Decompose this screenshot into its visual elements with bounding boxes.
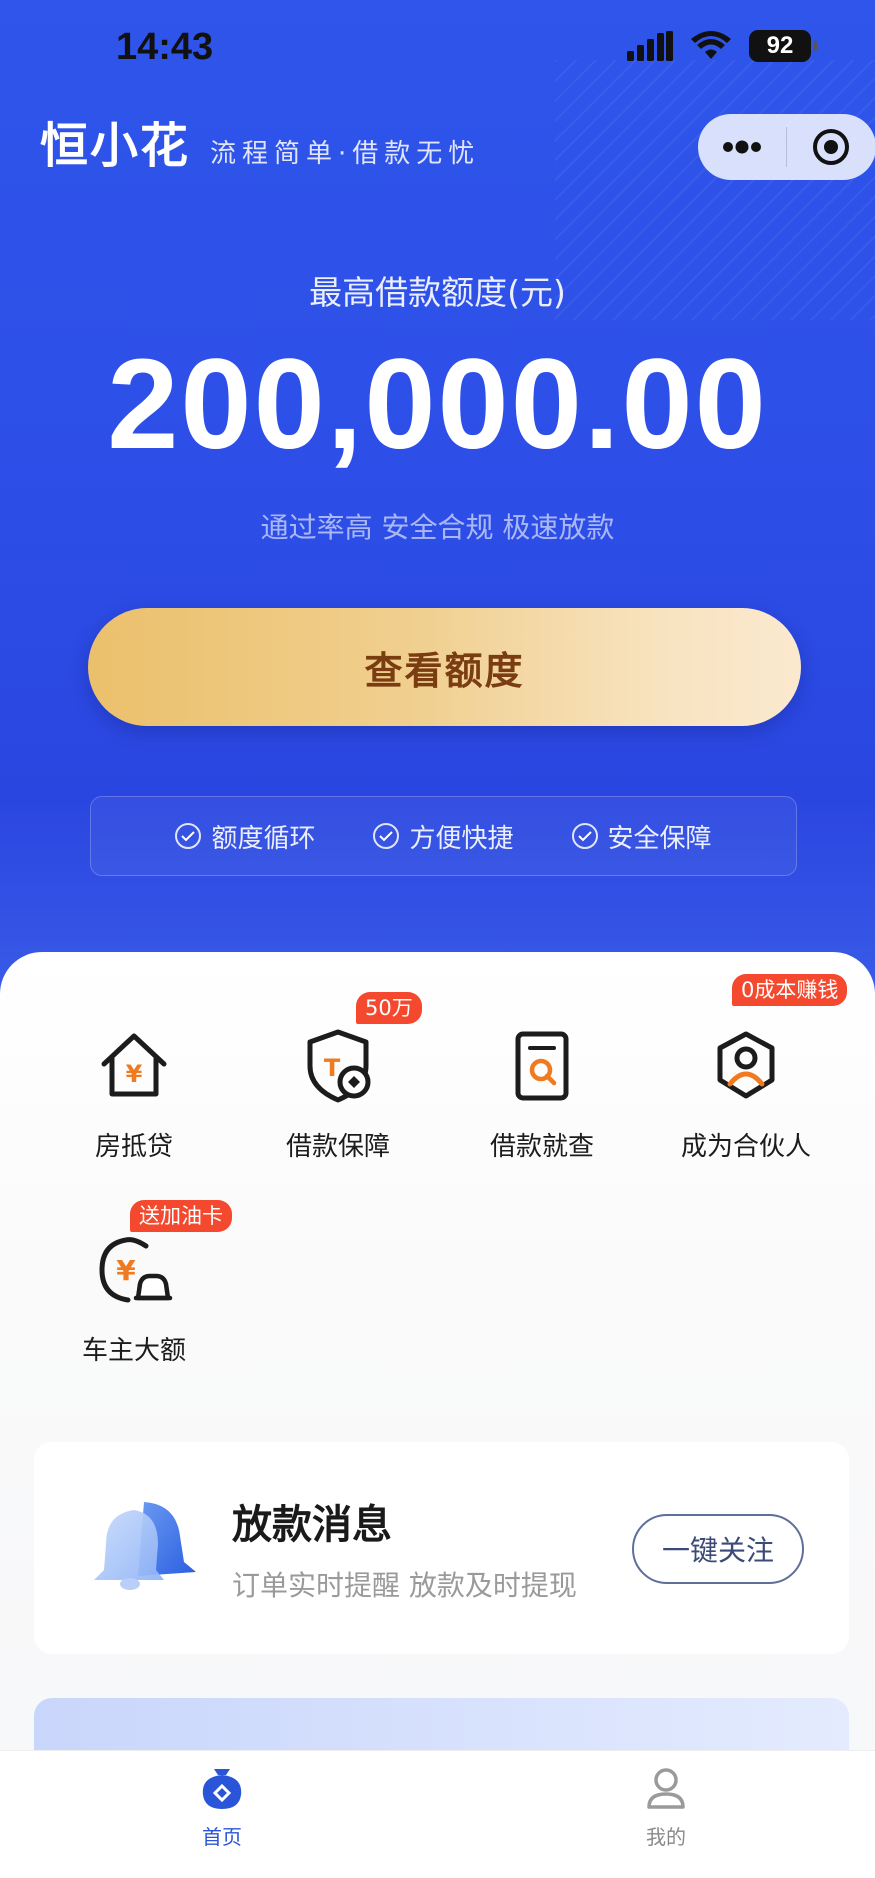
brand-row: 恒小花 流程简单·借款无忧 [40, 118, 480, 174]
app-logo: 恒小花 [40, 118, 191, 174]
feature-item: 安全保障 [571, 818, 712, 855]
service-loan-protection[interactable]: T 50万 借款保障 [228, 992, 448, 1163]
tab-label: 首页 [202, 1825, 242, 1849]
service-label: 成为合伙人 [680, 1132, 811, 1162]
signal-icon [627, 31, 673, 61]
notify-subtitle: 订单实时提醒 放款及时提现 [232, 1569, 577, 1602]
bottom-tab-bar: 首页 我的 [0, 1750, 875, 1878]
notify-title: 放款消息 [232, 1502, 392, 1548]
service-label: 借款就查 [489, 1132, 594, 1162]
app-slogan: 流程简单·借款无忧 [210, 139, 481, 169]
view-limit-button[interactable]: 查看额度 [88, 608, 801, 726]
svg-text:¥: ¥ [116, 1254, 136, 1287]
close-miniprogram-button[interactable] [787, 114, 875, 180]
user-icon [647, 1768, 685, 1809]
miniprogram-capsule [698, 114, 875, 180]
status-icons: 92 [627, 30, 817, 62]
tab-mine[interactable]: 我的 [586, 1765, 746, 1850]
feature-label: 安全保障 [607, 823, 712, 854]
service-car-owner-loan[interactable]: ¥ 送加油卡 车主大额 [24, 1200, 244, 1367]
service-label: 借款保障 [285, 1132, 390, 1162]
status-time: 14:43 [116, 26, 214, 68]
check-circle-icon [571, 823, 598, 849]
house-yen-icon: ¥ [94, 1026, 174, 1106]
more-dots-icon [723, 140, 761, 154]
service-mortgage-loan[interactable]: ¥ 房抵贷 [24, 1026, 244, 1163]
limit-subtitle: 通过率高 安全合规 极速放款 [260, 511, 615, 544]
tab-home[interactable]: 首页 [142, 1765, 302, 1850]
bell-icon [94, 1502, 196, 1590]
feature-label: 额度循环 [211, 823, 316, 854]
hero-banner: 14:43 92 恒小花 流程简单·借款无忧 最高借款额度(元) 200,000… [0, 0, 875, 1000]
home-bag-icon [202, 1769, 242, 1809]
feature-label: 方便快捷 [409, 823, 514, 854]
tab-label: 我的 [646, 1825, 686, 1849]
service-loan-check[interactable]: 借款就查 [432, 1026, 652, 1163]
check-circle-icon [373, 823, 400, 849]
target-circle-icon [813, 129, 849, 165]
check-circle-icon [175, 823, 202, 849]
service-tag: 0成本赚钱 [732, 974, 848, 1006]
search-document-icon [502, 1026, 582, 1106]
limit-amount: 200,000.00 [107, 333, 768, 476]
feature-item: 方便快捷 [373, 818, 514, 855]
service-label: 车主大额 [81, 1336, 186, 1366]
battery-indicator: 92 [749, 30, 817, 62]
more-menu-button[interactable] [698, 114, 786, 180]
service-tag: 50万 [356, 992, 422, 1024]
partner-icon [706, 1026, 786, 1106]
shield-icon: T [298, 1026, 378, 1106]
feature-item: 额度循环 [175, 818, 315, 855]
service-tag: 送加油卡 [130, 1200, 232, 1232]
wifi-icon [691, 31, 731, 59]
service-label: 房抵贷 [94, 1132, 173, 1162]
feature-strip: 额度循环 方便快捷 安全保障 [90, 796, 797, 876]
car-yen-icon: ¥ [94, 1230, 174, 1310]
svg-text:¥: ¥ [126, 1060, 143, 1088]
limit-title: 最高借款额度(元) [309, 273, 566, 312]
service-become-partner[interactable]: 0成本赚钱 成为合伙人 [636, 974, 856, 1163]
follow-button[interactable]: 一键关注 [632, 1514, 804, 1584]
status-bar: 14:43 92 [0, 0, 875, 100]
payout-notify-card: 放款消息 订单实时提醒 放款及时提现 一键关注 [34, 1442, 849, 1654]
